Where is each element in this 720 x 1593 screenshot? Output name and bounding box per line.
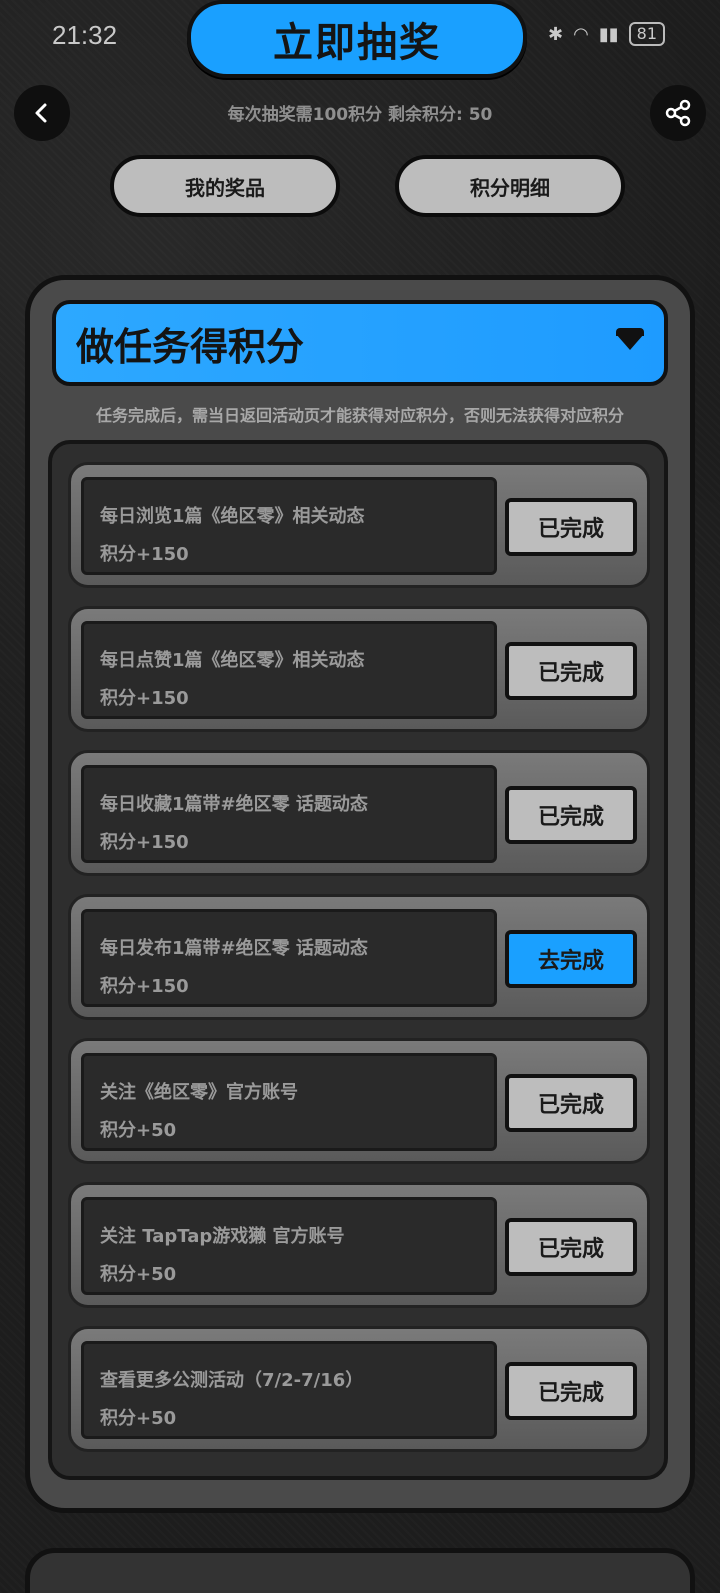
task-title: 每日收藏1篇带#绝区零 话题动态: [100, 794, 368, 815]
task-points: 积分+50: [100, 1264, 177, 1285]
panel-note: 任务完成后，需当日返回活动页才能获得对应积分，否则无法获得对应积分: [95, 406, 624, 425]
task-info: 每日浏览1篇《绝区零》相关动态 积分+150: [81, 477, 497, 575]
task-points: 积分+150: [100, 688, 189, 709]
task-title: 关注 TapTap游戏獭 官方账号: [100, 1226, 345, 1247]
battery-indicator: 81: [628, 22, 665, 46]
go-complete-button[interactable]: 去完成: [505, 930, 637, 988]
task-status-button[interactable]: 已完成: [505, 786, 637, 844]
task-status-button[interactable]: 已完成: [505, 1218, 637, 1276]
task-info: 关注 TapTap游戏獭 官方账号 积分+50: [81, 1197, 497, 1295]
task-points: 积分+50: [100, 1408, 177, 1429]
points-info: 每次抽奖需100积分 剩余积分: 50: [227, 105, 493, 125]
task-points: 积分+150: [100, 976, 189, 997]
task-title: 每日浏览1篇《绝区零》相关动态: [100, 506, 365, 527]
status-time: 21:32: [52, 19, 118, 50]
task-info: 每日收藏1篇带#绝区零 话题动态 积分+150: [81, 765, 497, 863]
task-card: 每日收藏1篇带#绝区零 话题动态 积分+150 已完成: [68, 750, 650, 876]
signal-icon: ▮▮: [598, 23, 619, 45]
task-title: 关注《绝区零》官方账号: [100, 1082, 298, 1103]
task-card: 关注 TapTap游戏獭 官方账号 积分+50 已完成: [68, 1182, 650, 1308]
task-status-button[interactable]: 已完成: [505, 1074, 637, 1132]
task-info: 每日发布1篇带#绝区零 话题动态 积分+150: [81, 909, 497, 1007]
task-panel-header[interactable]: 做任务得积分: [52, 300, 668, 386]
task-title: 每日点赞1篇《绝区零》相关动态: [100, 650, 365, 671]
panel-title: 做任务得积分: [76, 324, 305, 369]
task-points: 积分+150: [100, 832, 189, 853]
task-card: 每日发布1篇带#绝区零 话题动态 积分+150 去完成: [68, 894, 650, 1020]
task-status-button[interactable]: 已完成: [505, 498, 637, 556]
task-card: 查看更多公测活动（7/2-7/16） 积分+50 已完成: [68, 1326, 650, 1452]
next-panel-edge: [25, 1548, 695, 1593]
task-card: 每日点赞1篇《绝区零》相关动态 积分+150 已完成: [68, 606, 650, 732]
task-info: 每日点赞1篇《绝区零》相关动态 积分+150: [81, 621, 497, 719]
task-info: 查看更多公测活动（7/2-7/16） 积分+50: [81, 1341, 497, 1439]
task-title: 每日发布1篇带#绝区零 话题动态: [100, 938, 368, 959]
bluetooth-icon: ✱: [548, 23, 564, 45]
task-status-button[interactable]: 已完成: [505, 642, 637, 700]
task-points: 积分+50: [100, 1120, 177, 1141]
task-points: 积分+150: [100, 544, 189, 565]
my-prizes-button[interactable]: 我的奖品: [110, 155, 340, 217]
caret-down-icon: [616, 328, 644, 350]
task-title: 查看更多公测活动（7/2-7/16）: [100, 1370, 364, 1391]
wifi-icon: ◠: [573, 23, 589, 45]
task-card: 每日浏览1篇《绝区零》相关动态 积分+150 已完成: [68, 462, 650, 588]
task-status-button[interactable]: 已完成: [505, 1362, 637, 1420]
status-icons: ✱ ◠ ▮▮ 81: [548, 22, 665, 46]
task-panel: 做任务得积分 任务完成后，需当日返回活动页才能获得对应积分，否则无法获得对应积分…: [25, 275, 695, 1513]
draw-now-button[interactable]: 立即抽奖: [187, 0, 527, 78]
task-info: 关注《绝区零》官方账号 积分+50: [81, 1053, 497, 1151]
task-list: 每日浏览1篇《绝区零》相关动态 积分+150 已完成 每日点赞1篇《绝区零》相关…: [48, 440, 668, 1480]
task-card: 关注《绝区零》官方账号 积分+50 已完成: [68, 1038, 650, 1164]
points-detail-button[interactable]: 积分明细: [395, 155, 625, 217]
